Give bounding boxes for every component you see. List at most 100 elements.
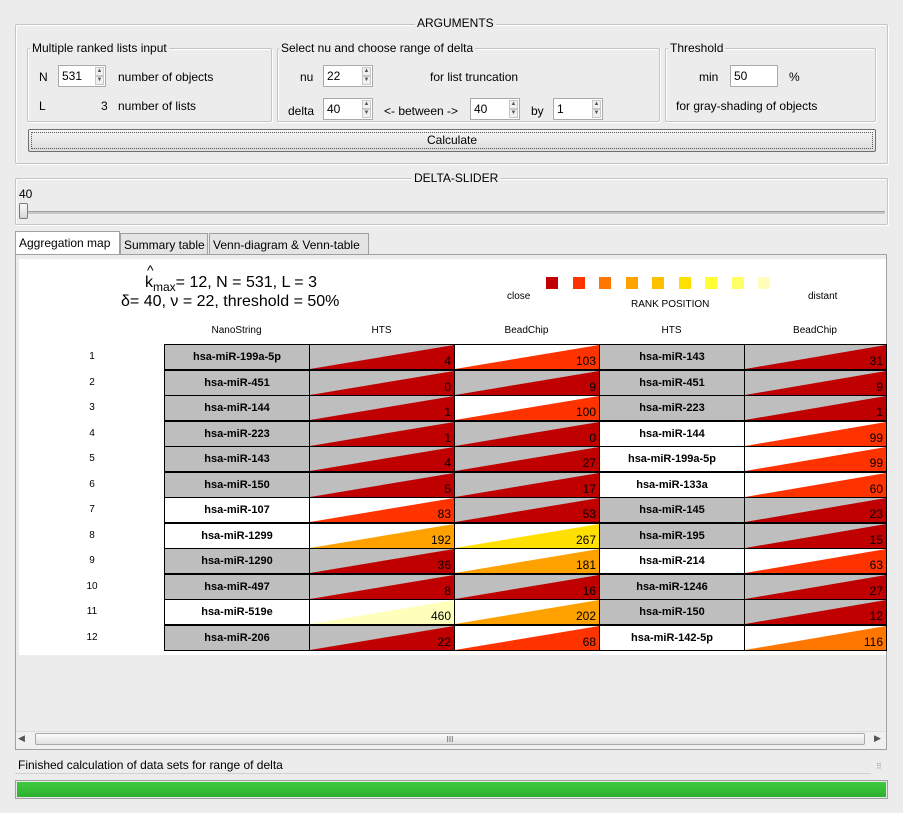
rank-triangle-svg — [310, 574, 454, 599]
object-name-cell: hsa-miR-519e — [164, 599, 310, 625]
between-input[interactable] — [474, 102, 504, 116]
rank-triangle — [745, 472, 886, 497]
scroll-right-icon[interactable]: ▶ — [874, 733, 881, 744]
calculate-button[interactable]: Calculate — [28, 129, 876, 152]
rank-cell: 23 — [744, 497, 887, 523]
min-label: min — [699, 70, 719, 84]
tab-summary-table[interactable]: Summary table — [120, 233, 208, 255]
legend-swatch — [599, 277, 611, 289]
nu-input[interactable] — [327, 69, 357, 83]
rank-cell: 15 — [744, 522, 887, 549]
rank-triangle-svg — [745, 523, 886, 548]
object-name-cell: hsa-miR-1299 — [164, 522, 310, 549]
rank-triangle — [455, 447, 599, 471]
rank-value: 63 — [869, 558, 883, 572]
params-line: δ= 40, ν = 22, threshold = 50% — [121, 293, 340, 310]
delta-spinbox[interactable]: ▲▼ — [323, 98, 373, 120]
rank-value: 36 — [437, 558, 451, 572]
spin-up-icon[interactable]: ▲ — [362, 100, 371, 109]
status-text: Finished calculation of data sets for ra… — [18, 758, 283, 772]
rank-cell: 116 — [744, 624, 887, 651]
kmax-rest: = 12, N = 531, L = 3 — [175, 274, 317, 291]
rank-value: 116 — [863, 634, 883, 649]
rank-cell: 1 — [744, 395, 887, 421]
rank-cell: 1 — [309, 420, 455, 447]
rank-value: 103 — [575, 354, 596, 368]
object-name-cell: hsa-miR-451 — [164, 369, 310, 396]
rank-value: 16 — [582, 583, 596, 598]
rank-cell: 1 — [309, 395, 455, 421]
scroll-left-icon[interactable]: ◀ — [18, 733, 25, 744]
rank-value: 1 — [444, 405, 451, 419]
rank-triangle — [455, 421, 599, 446]
spin-up-icon[interactable]: ▲ — [362, 67, 371, 76]
object-name-cell: hsa-miR-199a-5p — [599, 446, 745, 472]
rank-cell: 181 — [454, 548, 600, 574]
object-name-cell: hsa-miR-497 — [164, 573, 310, 600]
rank-cell: 8 — [309, 573, 455, 600]
delta-label: delta — [288, 104, 315, 118]
object-name-cell: hsa-miR-199a-5p — [164, 344, 310, 370]
rank-triangle-svg — [310, 625, 454, 650]
rank-triangle-svg — [455, 625, 599, 650]
delta-input[interactable] — [327, 102, 357, 116]
object-name-cell: hsa-miR-144 — [164, 395, 310, 421]
slider-track[interactable] — [19, 211, 885, 214]
rank-value: 23 — [869, 507, 883, 521]
rank-triangle-svg — [310, 396, 454, 420]
object-name-cell: hsa-miR-1246 — [599, 573, 745, 600]
rank-value: 460 — [430, 609, 451, 623]
row-number: 2 — [89, 376, 95, 388]
rank-triangle — [745, 574, 886, 599]
rank-cell: 0 — [309, 369, 455, 396]
rank-triangle — [455, 625, 599, 650]
rank-cell: 5 — [309, 471, 455, 498]
between-spinbox[interactable]: ▲▼ — [470, 98, 520, 120]
rank-triangle — [310, 549, 454, 573]
rank-value: 0 — [444, 379, 451, 394]
rank-cell: 192 — [309, 522, 455, 549]
spin-down-icon[interactable]: ▼ — [592, 109, 601, 118]
rank-triangle — [745, 523, 886, 548]
by-input[interactable] — [557, 102, 587, 116]
object-name-cell: hsa-miR-143 — [599, 344, 745, 370]
nu-delta-title: Select nu and choose range of delta — [279, 41, 476, 55]
rank-cell: 460 — [309, 599, 455, 625]
spin-up-icon[interactable]: ▲ — [592, 100, 601, 109]
nu-spinbox[interactable]: ▲▼ — [323, 65, 373, 87]
spin-down-icon[interactable]: ▼ — [362, 109, 371, 118]
rank-triangle-svg — [455, 447, 599, 471]
rank-value: 15 — [869, 532, 883, 547]
spin-down-icon[interactable]: ▼ — [362, 76, 371, 85]
rank-triangle-svg — [455, 498, 599, 522]
arguments-title: ARGUMENTS — [415, 16, 496, 30]
by-spinbox[interactable]: ▲▼ — [553, 98, 603, 120]
row-number: 3 — [89, 402, 95, 413]
slider-handle[interactable] — [19, 203, 28, 219]
min-input[interactable] — [734, 69, 764, 83]
rank-triangle — [455, 498, 599, 522]
tab-aggregation-map[interactable]: Aggregation map — [15, 231, 120, 255]
resize-grip-icon[interactable]: ⠿ — [876, 762, 882, 771]
scroll-thumb[interactable]: III — [35, 733, 865, 745]
rank-cell: 4 — [309, 446, 455, 472]
min-input-box[interactable] — [730, 65, 778, 87]
rank-value: 17 — [582, 481, 596, 496]
n-spinbox[interactable]: ▲▼ — [58, 65, 106, 87]
spin-down-icon[interactable]: ▼ — [95, 76, 104, 85]
n-description: number of objects — [118, 70, 214, 84]
rank-triangle — [310, 574, 454, 599]
rank-cell: 17 — [454, 471, 600, 498]
rank-value: 83 — [437, 507, 451, 521]
row-number: 6 — [89, 478, 95, 490]
legend-swatch — [731, 277, 744, 289]
spin-up-icon[interactable]: ▲ — [509, 100, 518, 109]
rank-cell: 16 — [454, 573, 600, 600]
tab-venn-diagram[interactable]: Venn-diagram & Venn-table — [209, 233, 369, 255]
spin-up-icon[interactable]: ▲ — [95, 67, 104, 76]
rank-value: 12 — [869, 609, 883, 623]
object-name-cell: hsa-miR-143 — [164, 446, 310, 472]
legend-swatch — [758, 277, 770, 289]
n-input[interactable] — [62, 69, 92, 83]
spin-down-icon[interactable]: ▼ — [509, 109, 518, 118]
